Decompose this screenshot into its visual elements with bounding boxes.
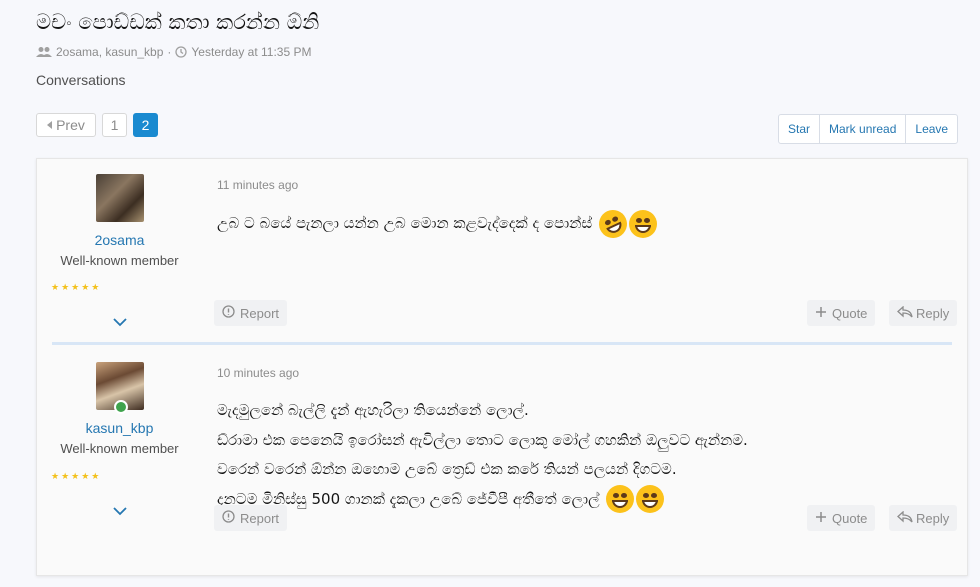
- user-title: Well-known member: [60, 441, 179, 456]
- quote-label: Quote: [832, 305, 868, 321]
- page-title: මචං පොඩ්ඩක් කතා කරන්න ඕනි: [36, 10, 320, 34]
- message-line: වරෙන් වරෙන් ඕන්න ඔහොම උබේ ත්‍රෙඩ් එක කරේ…: [217, 460, 677, 478]
- report-icon: [222, 510, 235, 526]
- message-time[interactable]: 10 minutes ago: [217, 366, 299, 380]
- prev-page-button[interactable]: Prev: [36, 113, 96, 137]
- reply-icon: [897, 510, 913, 526]
- star-button[interactable]: Star: [779, 115, 819, 143]
- participants-icon: [36, 46, 52, 58]
- clock-icon: [175, 46, 188, 58]
- user-title: Well-known member: [60, 253, 179, 268]
- avatar[interactable]: [95, 362, 144, 414]
- plus-icon: [815, 306, 827, 321]
- breadcrumb[interactable]: Conversations: [36, 72, 126, 88]
- report-label: Report: [240, 305, 280, 321]
- thread-meta: 2osama, kasun_kbp · Yesterday at 11:35 P…: [36, 45, 311, 59]
- thread-time[interactable]: Yesterday at 11:35 PM: [191, 45, 311, 59]
- online-status-icon: [113, 400, 128, 414]
- message-list: 2osama Well-known member ★★★★★ 11 minute…: [36, 158, 968, 576]
- message-user: kasun_kbp Well-known member: [37, 362, 202, 456]
- participants-list[interactable]: 2osama, kasun_kbp: [56, 45, 163, 59]
- leave-button[interactable]: Leave: [905, 115, 957, 143]
- page-2-button[interactable]: 2: [133, 113, 158, 137]
- pagination: Prev 1 2: [36, 113, 158, 137]
- meta-separator: ·: [167, 45, 172, 59]
- avatar[interactable]: [95, 174, 144, 222]
- username[interactable]: 2osama: [37, 232, 202, 248]
- star-struck-emoji-icon: [628, 209, 657, 238]
- message-line: ඩ්රාමා එක පෙනෙයි ඉරෝසන් ඇවිල්ලා තොට ලොකු…: [217, 430, 748, 449]
- reply-label: Reply: [916, 510, 950, 526]
- mark-unread-button[interactable]: Mark unread: [819, 115, 905, 143]
- report-button[interactable]: Report: [214, 505, 288, 531]
- plus-icon: [815, 511, 827, 526]
- message: 2osama Well-known member ★★★★★ 11 minute…: [37, 159, 967, 339]
- quote-button[interactable]: Quote: [807, 505, 876, 531]
- reply-label: Reply: [916, 305, 950, 321]
- reply-button[interactable]: Reply: [889, 300, 958, 326]
- prev-arrow-icon: [47, 121, 53, 129]
- message-time[interactable]: 11 minutes ago: [217, 178, 298, 192]
- report-label: Report: [240, 510, 280, 526]
- message-line: උබ ට බයේ පැනලා යන්න උබ මොන කළවැද්දෙක් ද …: [217, 214, 593, 232]
- quote-label: Quote: [832, 510, 868, 526]
- message-body: උබ ට බයේ පැනලා යන්න උබ මොන කළවැද්දෙක් ද …: [217, 204, 657, 243]
- message-line: මැදමුලනේ බැල්ලි දැන් ඇහැරිලා තියෙන්නේ ලො…: [217, 401, 529, 419]
- report-button[interactable]: Report: [214, 300, 288, 326]
- chevron-down-icon[interactable]: [113, 501, 127, 520]
- reply-button[interactable]: Reply: [889, 505, 958, 531]
- rofl-emoji-icon: [594, 204, 632, 243]
- message-body: මැදමුලනේ බැල්ලි දැන් ඇහැරිලා තියෙන්නේ ලො…: [217, 396, 748, 514]
- report-icon: [222, 305, 235, 321]
- message-user: 2osama Well-known member: [37, 174, 202, 268]
- chevron-down-icon[interactable]: [113, 312, 127, 331]
- message: kasun_kbp Well-known member ★★★★★ 10 min…: [37, 345, 967, 575]
- reply-icon: [897, 305, 913, 321]
- quote-button[interactable]: Quote: [807, 300, 876, 326]
- page-1-button[interactable]: 1: [102, 113, 127, 137]
- grin-emoji-icon: [636, 485, 665, 513]
- prev-label: Prev: [56, 117, 85, 133]
- conversation-actions: Star Mark unread Leave: [778, 114, 959, 144]
- joy-emoji-icon: [606, 485, 635, 513]
- rating-stars: ★★★★★: [51, 283, 102, 293]
- rating-stars: ★★★★★: [51, 472, 102, 482]
- username[interactable]: kasun_kbp: [37, 420, 202, 436]
